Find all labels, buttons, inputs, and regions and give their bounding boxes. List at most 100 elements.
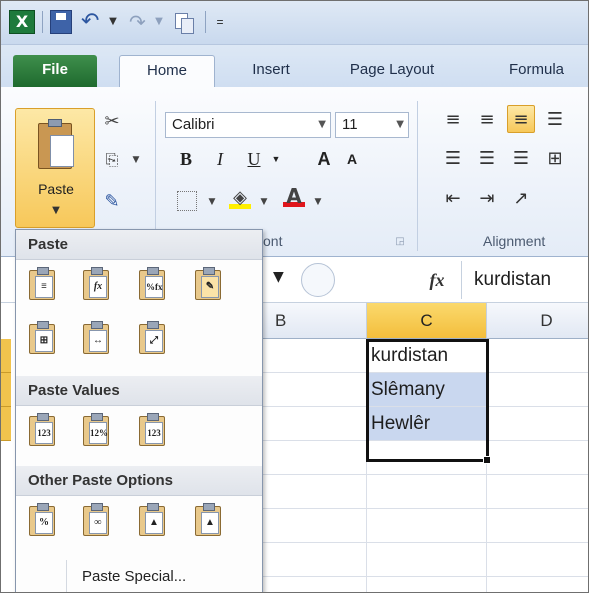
font-color-dropdown-icon[interactable]: ▼ (307, 191, 329, 213)
undo-dropdown-icon[interactable]: ▼ (107, 10, 119, 34)
bold-button[interactable]: B (173, 144, 199, 174)
borders-icon[interactable] (177, 191, 197, 211)
row-header[interactable] (1, 373, 11, 407)
middle-align-icon[interactable]: ≡ (473, 106, 501, 134)
paste-link-icon[interactable]: ∞ (78, 500, 112, 536)
values-number-formatting-icon[interactable]: 12% (78, 410, 112, 446)
paste-formatting-icon[interactable]: % (24, 500, 58, 536)
grid-cell[interactable] (367, 543, 487, 577)
keep-source-formatting-icon[interactable]: ✎ (190, 264, 224, 300)
grid-cell[interactable] (487, 441, 588, 475)
insert-function-icon[interactable]: fx (417, 265, 457, 295)
copy-dropdown-icon[interactable]: ▼ (125, 149, 147, 171)
chevron-down-icon[interactable]: ▼ (16, 205, 96, 216)
grid-cell[interactable] (367, 475, 487, 509)
section-paste-values: Paste Values (16, 376, 262, 406)
row-header[interactable] (1, 407, 11, 441)
borders-dropdown-icon[interactable]: ▼ (201, 191, 223, 213)
paste-formulas-number-formatting-icon[interactable]: %fx (134, 264, 168, 300)
fill-handle[interactable] (483, 456, 491, 464)
increase-indent-icon[interactable]: ⇥ (473, 185, 501, 213)
grid-cell[interactable] (249, 543, 367, 577)
shrink-font-button[interactable]: A (341, 144, 363, 174)
font-name-value: Calibri (172, 116, 215, 133)
grid-cell[interactable] (367, 509, 487, 543)
tab-home[interactable]: Home (119, 55, 215, 87)
tab-page-layout[interactable]: Page Layout (333, 55, 451, 87)
grid-cell[interactable] (249, 339, 367, 373)
redo-dropdown-icon[interactable]: ▼ (153, 10, 165, 34)
grid-cell[interactable] (249, 407, 367, 441)
grow-font-button[interactable]: A (311, 144, 337, 174)
font-size-value: 11 (342, 116, 358, 133)
grid-cell[interactable] (249, 373, 367, 407)
formula-input[interactable]: kurdistan (461, 261, 588, 299)
row-header[interactable] (1, 339, 11, 373)
transpose-icon[interactable]: ⤢ (134, 318, 168, 354)
underline-button[interactable]: U (241, 144, 267, 174)
paste-formulas-icon[interactable]: fx (78, 264, 112, 300)
bottom-align-icon[interactable]: ≡ (507, 105, 535, 133)
values-source-formatting-icon[interactable]: 123 (134, 410, 168, 446)
paste-special-menu-item[interactable]: Paste Special... (82, 568, 186, 585)
tab-formulas[interactable]: Formula (509, 55, 588, 87)
grid-cell[interactable] (487, 339, 588, 373)
align-right-icon[interactable]: ☰ (507, 145, 535, 173)
grid-cell[interactable] (487, 543, 588, 577)
decrease-indent-icon[interactable]: ⇤ (439, 185, 467, 213)
copy-icon[interactable]: ⎘ (101, 149, 123, 171)
formula-bar-splitter[interactable] (301, 263, 335, 297)
excel-logo-icon[interactable]: X (9, 10, 35, 34)
paste-button[interactable]: Paste ▼ (15, 108, 95, 228)
fill-color-icon[interactable]: ◈ (229, 187, 251, 209)
grid-cell[interactable] (487, 577, 588, 592)
underline-dropdown-icon[interactable]: ▼ (269, 144, 283, 174)
grid-cell[interactable] (367, 577, 487, 592)
format-painter-icon[interactable]: ✎ (101, 191, 123, 213)
grid-cell[interactable] (487, 475, 588, 509)
merge-icon[interactable]: ⊞ (541, 145, 569, 173)
copy-icon[interactable] (173, 10, 195, 34)
tab-file[interactable]: File (13, 55, 97, 87)
redo-icon[interactable]: ↷ (129, 10, 151, 34)
column-header-b[interactable]: B (249, 303, 367, 339)
orientation-icon[interactable]: ↗ (507, 185, 535, 213)
paste-icon[interactable]: ≡ (24, 264, 58, 300)
grid-cell[interactable] (487, 373, 588, 407)
grid-cell[interactable] (487, 407, 588, 441)
column-header-c[interactable]: C (367, 303, 487, 339)
italic-button[interactable]: I (207, 144, 233, 174)
vertical-align-row: ≡ ≡ ≡ ☰ (439, 105, 575, 134)
font-size-combobox[interactable]: 11 ▼ (335, 112, 409, 138)
divider (417, 101, 418, 251)
grid-cell[interactable] (487, 509, 588, 543)
top-align-icon[interactable]: ≡ (439, 106, 467, 134)
paste-values-icon[interactable]: 123 (24, 410, 58, 446)
grid-cell[interactable] (249, 475, 367, 509)
chevron-down-icon[interactable]: ▼ (273, 269, 284, 285)
excel-window: X ↶ ▼ ↷ ▼ = File Home Insert Page Layout… (0, 0, 589, 593)
keep-column-widths-icon[interactable]: ↔ (78, 318, 112, 354)
font-color-icon[interactable]: A (283, 185, 305, 207)
paste-picture-icon[interactable]: ▲ (134, 500, 168, 536)
grid-cell[interactable] (249, 577, 367, 592)
wrap-text-icon[interactable]: ☰ (541, 106, 569, 134)
column-header-d[interactable]: D (487, 303, 588, 339)
font-name-combobox[interactable]: Calibri ▼ (165, 112, 331, 138)
align-left-icon[interactable]: ☰ (439, 145, 467, 173)
undo-icon[interactable]: ↶ (81, 10, 105, 34)
dialog-launcher-icon[interactable]: ◲ (389, 231, 411, 253)
customize-qat-icon[interactable]: = (213, 10, 227, 34)
grid-cell[interactable] (249, 509, 367, 543)
center-icon[interactable]: ☰ (473, 145, 501, 173)
tab-insert[interactable]: Insert (239, 55, 303, 87)
cut-icon[interactable]: ✂ (101, 111, 123, 133)
save-icon[interactable] (50, 10, 72, 34)
fill-color-dropdown-icon[interactable]: ▼ (253, 191, 275, 213)
linked-picture-icon[interactable]: ▲ (190, 500, 224, 536)
paste-label: Paste (38, 181, 74, 197)
divider (42, 11, 43, 33)
grid-cell[interactable] (249, 441, 367, 475)
no-borders-icon[interactable]: ⊞ (24, 318, 58, 354)
horizontal-align-row: ☰ ☰ ☰ ⊞ (439, 145, 575, 173)
